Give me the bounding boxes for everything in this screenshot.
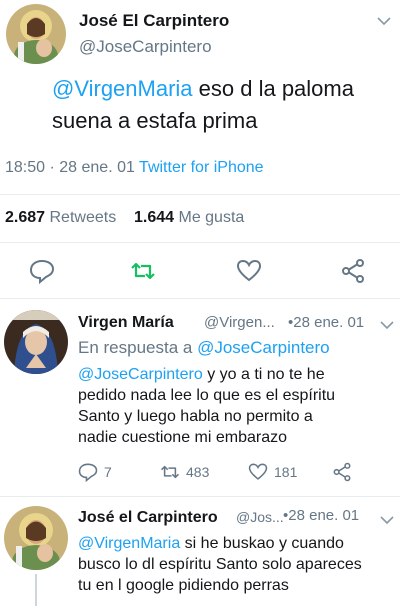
mention-link[interactable]: @JoseCarpintero [78, 366, 203, 383]
tweet-text-line2: suena a estafa prima [52, 108, 258, 133]
tweet-meta: 18:50 · 28 ene. 01 Twitter for iPhone [5, 159, 264, 177]
tweet-text-line1: eso d la paloma [192, 76, 354, 101]
chevron-down-icon[interactable] [380, 512, 394, 528]
reply-text-line1: si he buskao y cuando [180, 535, 344, 552]
reply-actions: 7 483 181 [78, 460, 378, 484]
share-icon[interactable] [340, 258, 366, 284]
author-name[interactable]: José El Carpintero [79, 11, 229, 31]
in-reply-to: En respuesta a @JoseCarpintero [78, 337, 330, 358]
like-icon[interactable] [236, 258, 262, 284]
reply-text: @JoseCarpintero y yo a ti no te he pedid… [78, 364, 396, 448]
reply-text-line4: nadie cuestione mi embarazo [78, 429, 288, 446]
reply-text-line2: busco lo dl espíritu Santo solo apareces [78, 556, 362, 573]
share-icon [333, 462, 351, 482]
reply-text-line1: y yo a ti no te he [202, 366, 325, 383]
retweet-icon [160, 465, 180, 479]
reply-author-handle[interactable]: @Jos... [236, 509, 284, 525]
chevron-down-icon[interactable] [380, 317, 394, 333]
author-handle[interactable]: @JoseCarpintero [79, 37, 212, 57]
tweet-actions [0, 256, 400, 286]
thread-line [35, 574, 37, 606]
reply-text-line2: pedido nada lee lo que es el espíritu [78, 387, 336, 404]
like-icon [248, 463, 268, 480]
tweet-stats: 2.687 Retweets 1.644 Me gusta [5, 209, 244, 227]
reply-count: 7 [104, 464, 112, 480]
reply-button[interactable]: 7 [78, 460, 112, 484]
reply-date[interactable]: •28 ene. 01 [288, 314, 364, 331]
in-reply-to-handle[interactable]: @JoseCarpintero [197, 338, 330, 357]
tweet-source[interactable]: Twitter for iPhone [139, 159, 264, 176]
reply-icon[interactable] [29, 258, 55, 285]
in-reply-to-prefix: En respuesta a [78, 338, 198, 357]
chevron-down-icon[interactable] [377, 13, 391, 29]
tweet-text: @VirgenMaria eso d la paloma suena a est… [52, 73, 392, 137]
avatar-virgen[interactable] [4, 310, 68, 374]
tweet-time[interactable]: 18:50 · 28 ene. 01 [5, 159, 135, 176]
retweets-label: Retweets [49, 209, 117, 226]
mention-link[interactable]: @VirgenMaria [78, 535, 180, 552]
divider [0, 298, 400, 299]
share-button[interactable] [332, 460, 352, 484]
like-button[interactable]: 181 [248, 460, 297, 484]
likes-count: 1.644 [133, 209, 175, 226]
likes-label: Me gusta [178, 209, 245, 226]
reply-author-handle[interactable]: @Virgen... [204, 314, 275, 331]
reply-text-line3: tu en l google pidiendo perras [78, 577, 289, 594]
retweets-stat[interactable]: 2.687 Retweets [5, 209, 116, 226]
reply-date[interactable]: •28 ene. 01 [283, 507, 359, 524]
mention-link[interactable]: @VirgenMaria [52, 76, 193, 101]
reply-text-line3: Santo y luego habla no permito a [78, 408, 313, 425]
avatar-jose[interactable] [4, 506, 68, 570]
avatar-jose[interactable] [6, 4, 66, 64]
reply-author-name[interactable]: José el Carpintero [78, 509, 218, 527]
retweet-count: 483 [186, 464, 210, 480]
reply-text: @VirgenMaria si he buskao y cuando busco… [78, 533, 398, 596]
retweet-button[interactable]: 483 [160, 460, 209, 484]
reply-icon [78, 463, 98, 482]
like-count: 181 [274, 464, 298, 480]
divider [0, 496, 400, 497]
divider [0, 194, 400, 195]
likes-stat[interactable]: 1.644 Me gusta [134, 209, 244, 226]
divider [0, 242, 400, 243]
reply-author-name[interactable]: Virgen María [78, 314, 174, 332]
retweets-count: 2.687 [5, 209, 46, 226]
retweet-icon[interactable] [130, 258, 156, 284]
